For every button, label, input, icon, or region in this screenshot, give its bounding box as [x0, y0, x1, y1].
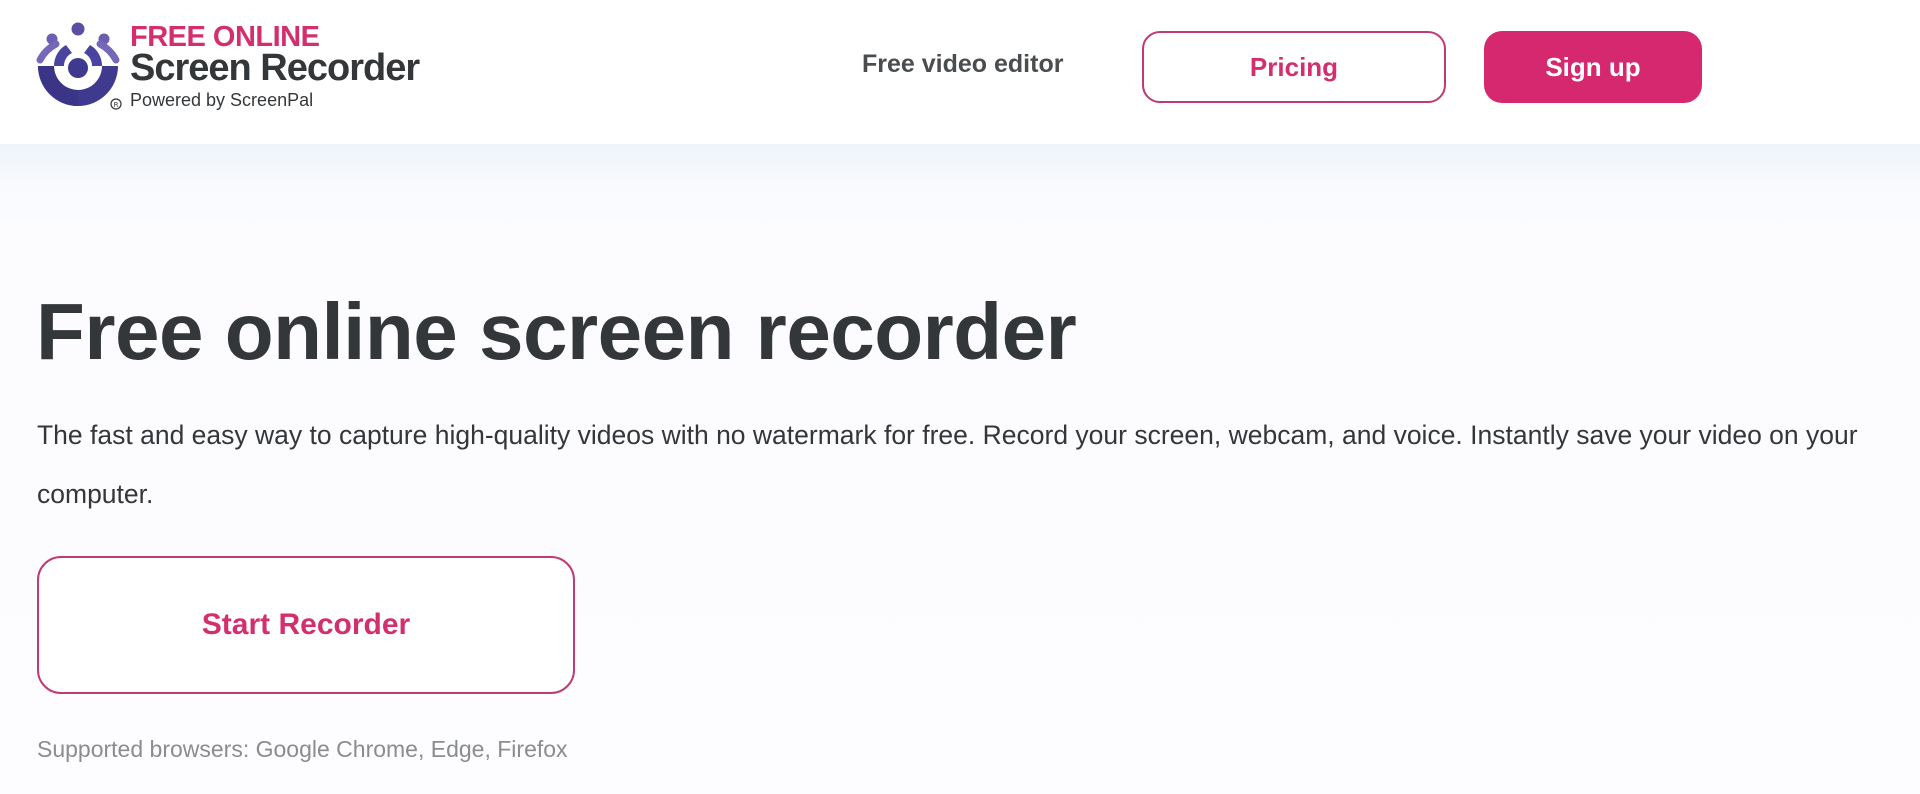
logo-line-screen-recorder: Screen Recorder — [130, 47, 420, 89]
signup-button[interactable]: Sign up — [1484, 31, 1702, 103]
hero-subtitle: The fast and easy way to capture high-qu… — [37, 420, 1858, 509]
supported-browsers-text: Supported browsers: Google Chrome, Edge,… — [37, 736, 568, 762]
logo-line-powered-by: Powered by ScreenPal — [130, 90, 314, 110]
screenpal-logo-icon: R — [36, 22, 122, 112]
start-recorder-button[interactable]: Start Recorder — [37, 556, 575, 694]
pricing-button[interactable]: Pricing — [1142, 31, 1446, 103]
hero-section: Free online screen recorder The fast and… — [0, 144, 1920, 794]
nav-link-free-video-editor[interactable]: Free video editor — [862, 50, 1063, 79]
site-header: R FREE ONLINE Screen Recorder Powered by… — [0, 0, 1920, 144]
page-title: Free online screen recorder — [36, 287, 1077, 376]
site-logo[interactable]: R FREE ONLINE Screen Recorder Powered by… — [36, 22, 466, 112]
logo-text: FREE ONLINE Screen Recorder Powered by S… — [130, 22, 420, 112]
svg-text:R: R — [114, 101, 119, 109]
